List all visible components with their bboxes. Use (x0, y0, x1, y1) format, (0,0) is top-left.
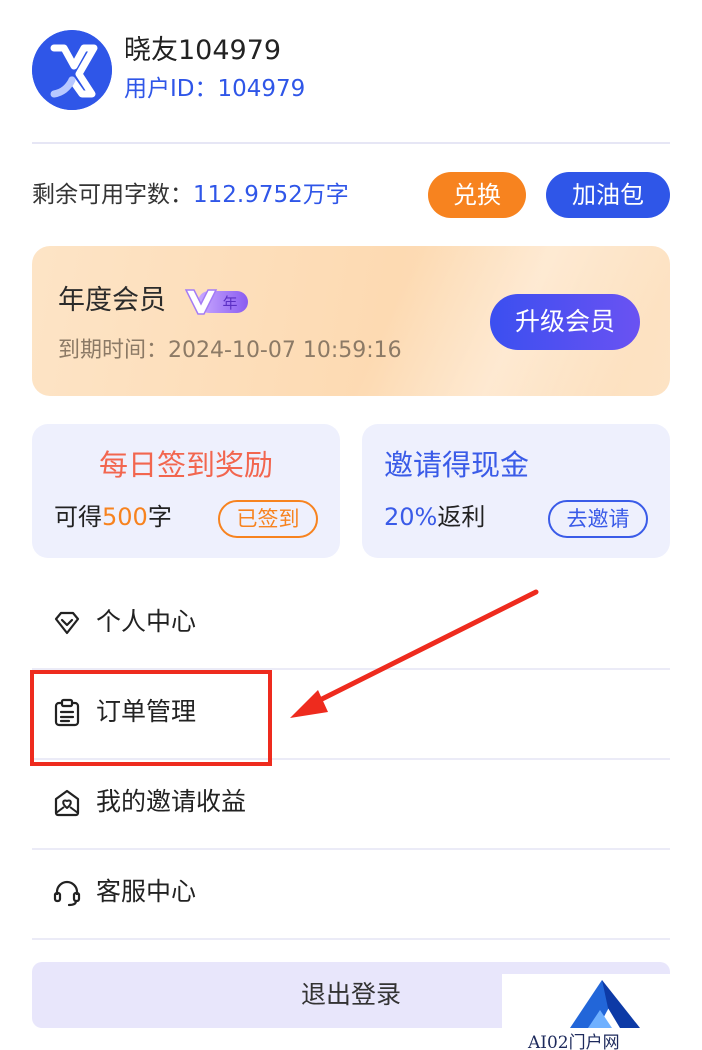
user-id-value: 104979 (217, 76, 306, 102)
daily-checkin-card[interactable]: 每日签到奖励 可得500字 已签到 (32, 424, 340, 558)
user-id-label: 用户ID： (124, 76, 218, 102)
invite-percent: 20% (384, 503, 438, 531)
username: 晓友104979 (124, 35, 282, 66)
vip-badge-icon: 年 (184, 289, 248, 315)
upgrade-member-button[interactable]: 升级会员 (490, 294, 640, 350)
avatar[interactable] (32, 30, 112, 110)
remaining-words-label: 剩余可用字数： (32, 182, 193, 208)
go-invite-button[interactable]: 去邀请 (548, 500, 648, 538)
menu-item-invite-earnings[interactable]: 我的邀请收益 (32, 758, 670, 848)
invite-suffix: 返利 (437, 503, 486, 531)
app-logo-icon (32, 30, 112, 110)
checked-in-button[interactable]: 已签到 (218, 500, 318, 538)
menu-item-label: 我的邀请收益 (96, 787, 247, 816)
membership-expire: 到期时间：2024-10-07 10:59:16 (58, 336, 402, 366)
menu-item-customer-service[interactable]: 客服中心 (32, 848, 670, 938)
checkin-prefix: 可得 (54, 503, 102, 531)
membership-card: 年度会员 年 到期时间：2024-10-07 10:59:16 升级会员 (32, 246, 670, 396)
remaining-words: 剩余可用字数：112.9752万字 (32, 178, 349, 212)
divider (32, 142, 670, 144)
svg-text:年: 年 (222, 294, 237, 312)
membership-title: 年度会员 (58, 285, 166, 316)
headset-icon (52, 878, 82, 908)
watermark: AI02门户网 (502, 974, 702, 1050)
checkin-suffix: 字 (147, 503, 172, 531)
account-panel: 晓友104979 用户ID：104979 剩余可用字数：112.9752万字 兑… (0, 0, 702, 1050)
expire-label: 到期时间： (58, 338, 169, 363)
expire-time: 2024-10-07 10:59:16 (168, 338, 402, 363)
exchange-button[interactable]: 兑换 (428, 172, 526, 218)
annotation-highlight-box (30, 670, 272, 766)
invite-cash-card[interactable]: 邀请得现金 20%返利 去邀请 (362, 424, 670, 558)
watermark-text: AI02门户网 (528, 1033, 620, 1050)
menu-item-personal-center[interactable]: 个人中心 (32, 578, 670, 668)
menu-item-label: 个人中心 (96, 607, 197, 636)
menu-item-label: 客服中心 (96, 877, 197, 906)
checkin-reward: 可得500字 (54, 500, 172, 534)
invite-title: 邀请得现金 (384, 448, 530, 482)
divider (32, 938, 670, 940)
watermark-logo-icon (570, 980, 640, 1028)
fuel-pack-button[interactable]: 加油包 (546, 172, 670, 218)
remaining-words-value: 112.9752万字 (193, 182, 349, 208)
diamond-icon (52, 608, 82, 638)
invite-rebate: 20%返利 (384, 500, 485, 534)
checkin-title: 每日签到奖励 (98, 448, 273, 482)
checkin-amount: 500 (102, 503, 148, 531)
user-id: 用户ID：104979 (124, 74, 305, 104)
envelope-heart-icon (52, 788, 82, 818)
